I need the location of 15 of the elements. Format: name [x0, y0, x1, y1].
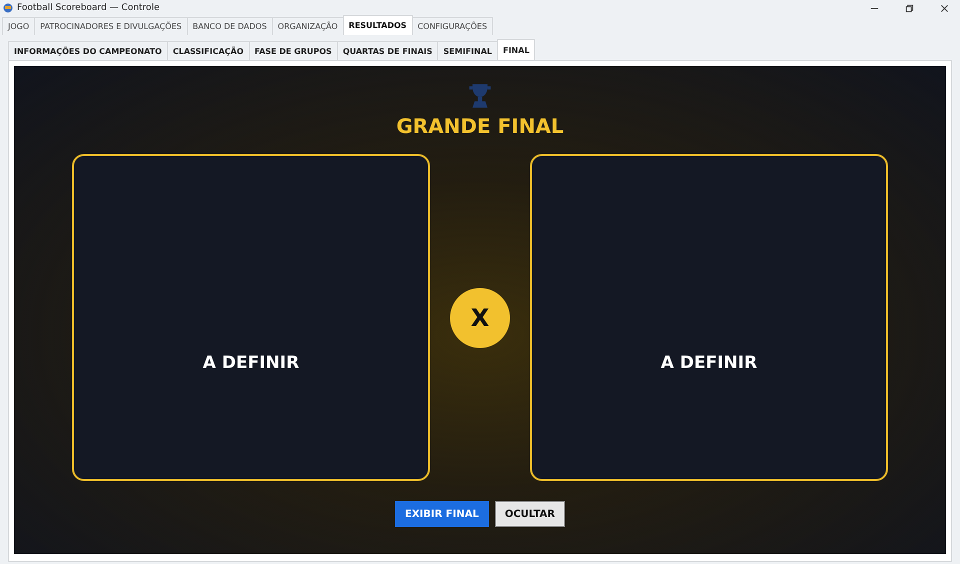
restore-icon[interactable] [905, 4, 914, 12]
team-name: A DEFINIR [660, 352, 758, 372]
window-title: Football Scoreboard — Controle [17, 3, 160, 13]
tab[interactable]: JOGO [2, 17, 36, 35]
versus-badge: X [450, 288, 510, 348]
hide-button[interactable]: OCULTAR [494, 501, 565, 527]
team-name: A DEFINIR [202, 352, 300, 372]
final-title: GRANDE FINAL [396, 114, 564, 138]
close-icon[interactable] [940, 4, 949, 12]
tab[interactable]: INFORMAÇÕES DO CAMPEONATO [8, 41, 168, 60]
tab[interactable]: CONFIGURAÇÕES [412, 17, 494, 35]
tab[interactable]: RESULTADOS [342, 15, 413, 35]
tab[interactable]: FINAL [496, 39, 536, 60]
app-icon [3, 3, 13, 13]
show-button[interactable]: EXIBIR FINAL [395, 501, 489, 527]
